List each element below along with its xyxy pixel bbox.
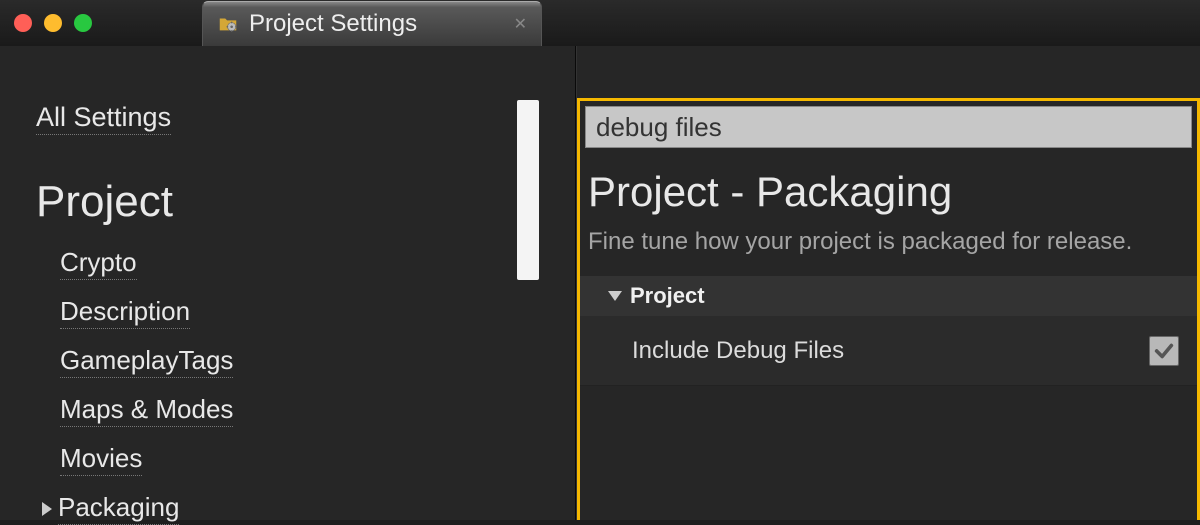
- expand-arrow-icon[interactable]: [42, 502, 52, 516]
- property-group-header[interactable]: Project: [580, 276, 1197, 316]
- include-debug-files-checkbox[interactable]: [1149, 336, 1179, 366]
- chevron-down-icon: [608, 291, 622, 301]
- settings-folder-icon: [217, 13, 239, 35]
- settings-sidebar: All Settings Project Crypto Description …: [0, 46, 575, 520]
- search-input[interactable]: [596, 112, 1181, 143]
- window-titlebar: Project Settings ✕: [0, 0, 1200, 46]
- content-area: All Settings Project Crypto Description …: [0, 46, 1200, 520]
- check-icon: [1153, 340, 1175, 362]
- sidebar-scroll-thumb[interactable]: [517, 100, 539, 280]
- search-field-wrap: [585, 106, 1192, 148]
- sidebar-item-maps-modes[interactable]: Maps & Modes: [60, 394, 233, 427]
- sidebar-item-crypto[interactable]: Crypto: [60, 247, 137, 280]
- sidebar-scrollbar[interactable]: [517, 100, 539, 460]
- page-title: Project - Packaging: [588, 168, 1197, 216]
- tab-project-settings[interactable]: Project Settings ✕: [202, 1, 542, 46]
- maximize-window-button[interactable]: [74, 14, 92, 32]
- sidebar-item-description[interactable]: Description: [60, 296, 190, 329]
- settings-main-panel: Project - Packaging Fine tune how your p…: [577, 46, 1200, 520]
- property-label: Include Debug Files: [632, 337, 844, 365]
- sidebar-item-packaging[interactable]: Packaging: [58, 492, 179, 525]
- property-row-include-debug-files: Include Debug Files: [580, 316, 1197, 386]
- sidebar-section-heading: Project: [36, 177, 575, 227]
- sidebar-item-gameplaytags[interactable]: GameplayTags: [60, 345, 233, 378]
- group-title: Project: [630, 283, 705, 309]
- sidebar-item-all-settings[interactable]: All Settings: [36, 102, 171, 135]
- tab-title: Project Settings: [249, 10, 417, 38]
- sidebar-item-movies[interactable]: Movies: [60, 443, 142, 476]
- close-window-button[interactable]: [14, 14, 32, 32]
- page-subtitle: Fine tune how your project is packaged f…: [588, 228, 1197, 256]
- window-controls: [14, 14, 92, 32]
- minimize-window-button[interactable]: [44, 14, 62, 32]
- focus-highlight-region: Project - Packaging Fine tune how your p…: [577, 98, 1200, 520]
- close-tab-button[interactable]: ✕: [514, 14, 527, 34]
